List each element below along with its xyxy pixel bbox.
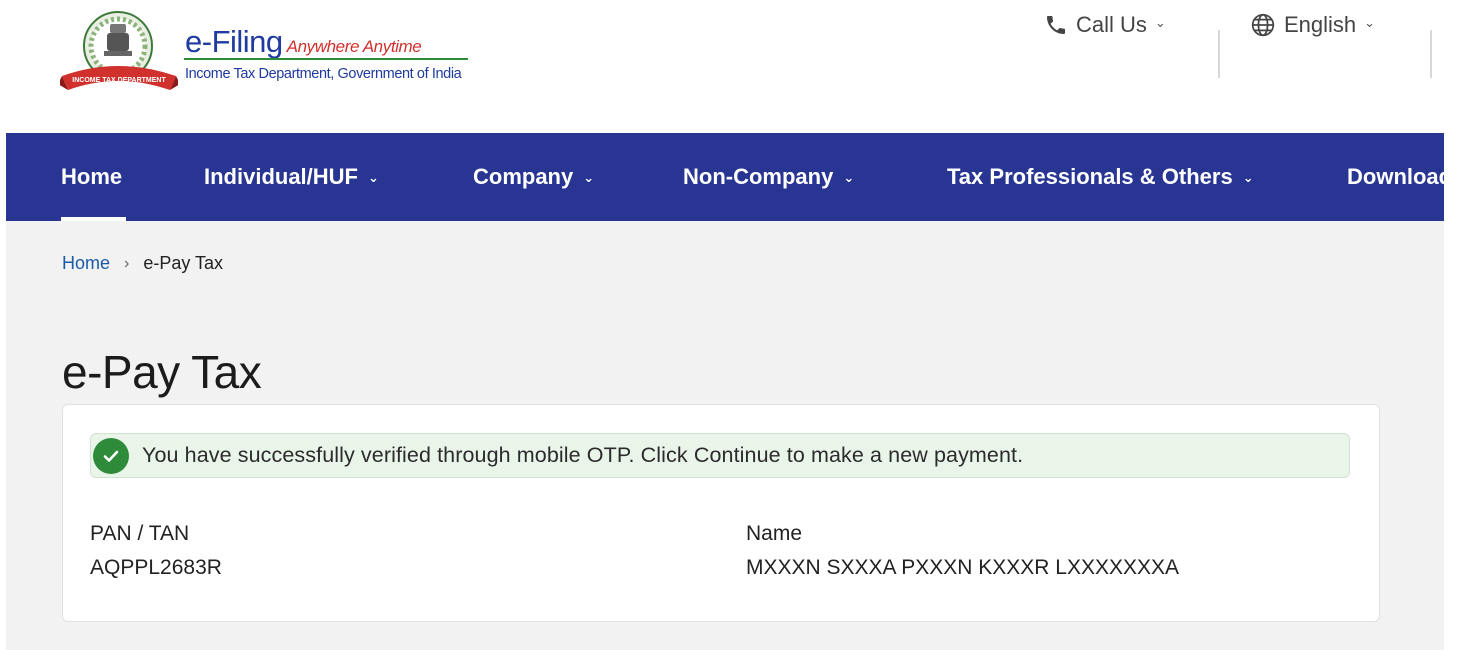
- language-label: English: [1284, 12, 1357, 37]
- success-alert-message: You have successfully verified through m…: [142, 443, 1024, 467]
- nav-item-label: Home: [61, 164, 123, 189]
- logo-tagline: Anywhere Anytime: [286, 37, 422, 56]
- check-circle-icon: [93, 437, 129, 474]
- nav-item-label: Company: [473, 164, 574, 189]
- name-field: Name MXXXN SXXXA PXXXN KXXXR LXXXXXXXA: [746, 522, 1179, 580]
- header-divider: [1218, 30, 1220, 78]
- nav-item-label: Tax Professionals & Others: [947, 164, 1233, 189]
- pan-tan-label: PAN / TAN: [90, 522, 190, 545]
- main-content: Home › e-Pay Tax e-Pay Tax You have succ…: [6, 221, 1444, 650]
- nav-item-label: Individual/HUF: [204, 164, 358, 189]
- ribbon-text: INCOME TAX DEPARTMENT: [72, 77, 166, 84]
- pan-tan-field: PAN / TAN AQPPL2683R: [90, 522, 222, 580]
- chevron-down-icon: ⌄: [843, 170, 855, 185]
- nav-item-label: Non-Company: [683, 164, 834, 189]
- call-us-label: Call Us: [1076, 12, 1147, 37]
- globe-icon: [1251, 13, 1275, 37]
- nav-item-non-company[interactable]: Non-Company ⌄: [683, 133, 854, 221]
- breadcrumb-home-link[interactable]: Home: [62, 253, 110, 274]
- breadcrumb-chevron-right-icon: ›: [124, 254, 130, 272]
- chevron-down-icon: ⌄: [1242, 170, 1254, 185]
- efiling-logo[interactable]: INCOME TAX DEPARTMENT e-Filing Anywhere A…: [60, 10, 480, 96]
- nav-item-tax-professionals[interactable]: Tax Professionals & Others ⌄: [947, 133, 1254, 221]
- call-us-dropdown[interactable]: Call Us ⌄: [1044, 0, 1166, 50]
- nav-item-label: Downloads: [1347, 164, 1444, 189]
- header-divider: [1430, 30, 1432, 78]
- nav-item-home[interactable]: Home: [61, 133, 122, 221]
- top-header: INCOME TAX DEPARTMENT e-Filing Anywhere A…: [0, 0, 1459, 133]
- nav-item-individual-huf[interactable]: Individual/HUF ⌄: [204, 133, 379, 221]
- logo-divider: [184, 58, 468, 60]
- chevron-down-icon: ⌄: [368, 170, 379, 185]
- language-dropdown[interactable]: English ⌄: [1250, 0, 1375, 50]
- logo-title: e-Filing Anywhere Anytime: [185, 24, 422, 60]
- chevron-down-icon: ⌄: [1154, 15, 1166, 30]
- name-label: Name: [746, 522, 803, 545]
- logo-title-main: e-Filing: [185, 24, 283, 59]
- logo-subtitle: Income Tax Department, Government of Ind…: [185, 66, 462, 82]
- emblem-logo-icon: INCOME TAX DEPARTMENT: [60, 11, 178, 90]
- breadcrumb: Home › e-Pay Tax: [62, 253, 223, 274]
- chevron-down-icon: ⌄: [583, 170, 595, 185]
- name-value: MXXXN SXXXA PXXXN KXXXR LXXXXXXXA: [746, 556, 1180, 579]
- main-nav: Home Individual/HUF ⌄ Company ⌄ Non-Comp…: [6, 133, 1444, 221]
- pan-tan-value: AQPPL2683R: [90, 556, 222, 579]
- page-title: e-Pay Tax: [62, 346, 262, 398]
- nav-item-downloads[interactable]: Downloads: [1347, 133, 1444, 221]
- success-alert: You have successfully verified through m…: [90, 433, 1350, 478]
- payer-details-card: You have successfully verified through m…: [62, 404, 1380, 622]
- nav-item-company[interactable]: Company ⌄: [473, 133, 594, 221]
- chevron-down-icon: ⌄: [1364, 15, 1376, 30]
- breadcrumb-current: e-Pay Tax: [143, 253, 224, 273]
- phone-icon: [1047, 16, 1065, 34]
